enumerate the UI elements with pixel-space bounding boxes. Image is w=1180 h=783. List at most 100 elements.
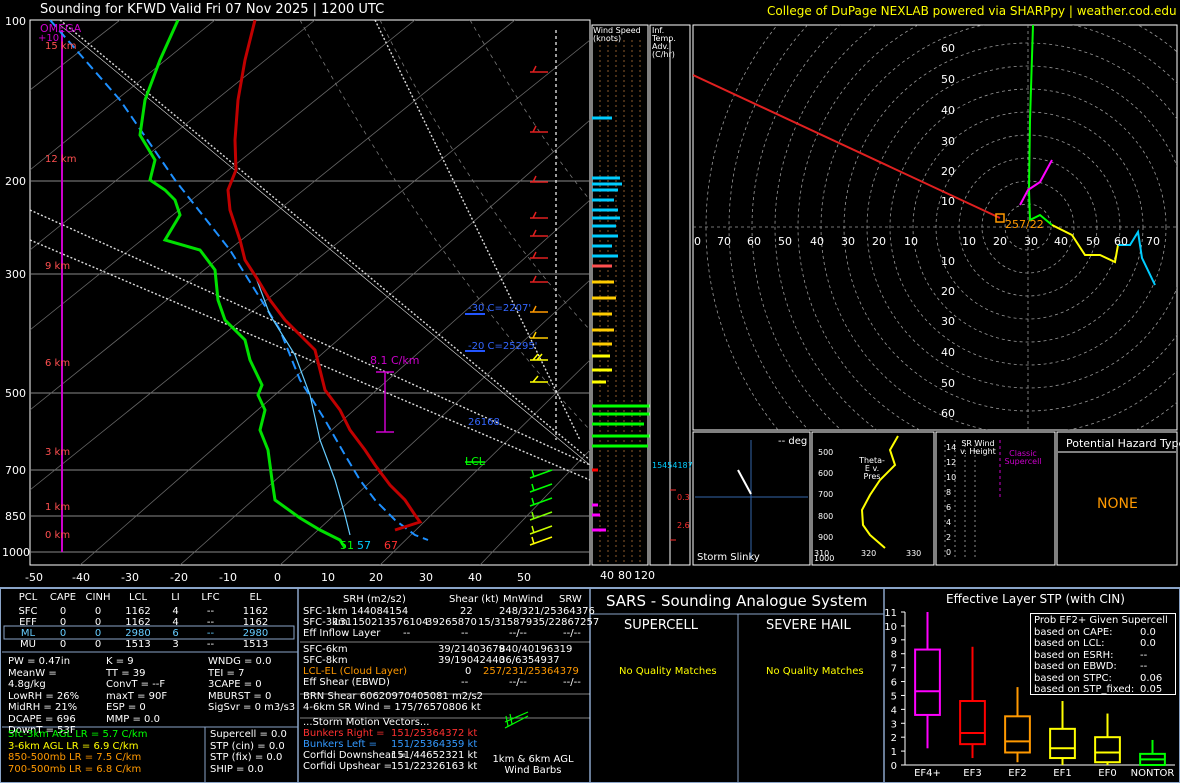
kinematics-shear: 22 <box>460 606 473 617</box>
pressure-label: 500 <box>5 387 26 400</box>
stp-ytick-label: 6 <box>891 678 897 689</box>
stp-prob-row: based on ESRH: -- <box>1034 650 1172 662</box>
surface-temp: 67 <box>384 539 398 552</box>
stp-ytick-label: 9 <box>891 636 897 647</box>
parcel-cell: 1162 <box>125 606 151 617</box>
sars-title: SARS - Sounding Analogue System <box>606 592 868 610</box>
inf-temp-value: 2.6 <box>677 521 690 530</box>
hodo-ring-label: 10 <box>904 235 918 248</box>
height-label: 9 km <box>45 261 71 272</box>
stp-ytick-label: 11 <box>884 608 897 619</box>
kinematics-header: SRH (m2/s2) Shear (kt) MnWind SRW <box>303 594 588 606</box>
temp-label: 0 <box>274 571 281 584</box>
index-item: LowRH = 26% <box>8 690 80 702</box>
kinematics-mnwind: 257/231/25364379 <box>483 666 579 677</box>
theta-ytick: 700 <box>818 490 834 499</box>
lapse-rate-label: 8.1 C/km <box>370 354 420 367</box>
hodo-ring-label: 40 <box>810 235 824 248</box>
stp-ytick-label: 5 <box>891 691 897 702</box>
parcel-cell: 0 <box>59 639 67 650</box>
hodo-ring-label: 10 <box>941 195 955 208</box>
corfidi-up-label: Corfidi Upshear = <box>303 761 392 772</box>
hodo-ring-label: 60 <box>941 42 955 55</box>
kinematics-mnwind: 840/40196319 <box>499 644 573 655</box>
temp-label: -30 <box>121 571 139 584</box>
hodo-ring-label: 0 <box>694 235 701 248</box>
parcel-cell: 4 <box>172 606 179 617</box>
sr-wind-tick: 2 <box>946 533 952 542</box>
theta-xtick: 330 <box>906 549 922 558</box>
parcel-cell: 2980 <box>125 628 151 639</box>
composite-item: STP (cin) = 0.0 <box>210 740 285 752</box>
stp-prob-row: based on STPC: 0.06 <box>1034 673 1172 685</box>
hazard-value: NONE <box>1097 496 1138 512</box>
parcel-cell: 4 <box>172 617 179 628</box>
parcel-cell: 2980 <box>242 628 269 639</box>
temp-label: 50 <box>517 571 531 584</box>
sounding-title: Sounding for KFWD Valid Fri 07 Nov 2025 … <box>40 2 385 17</box>
index-item: DCAPE = 696 <box>8 713 76 725</box>
stp-prob-row: based on CAPE: 0.0 <box>1034 627 1172 639</box>
parcel-row: MU 0 0 1513 3 -- 1513 <box>8 639 293 650</box>
bunkers-right-row: Bunkers Right = 151/25364372 kt <box>303 728 588 739</box>
temp-label: 40 <box>468 571 482 584</box>
kinematics-shear: 39/19042440 <box>438 655 505 666</box>
bunkers-left-label: Bunkers Left = <box>303 739 377 750</box>
hazard-title: Potential Hazard Type <box>1066 437 1180 450</box>
parcel-cell: 0 <box>59 617 67 628</box>
hodo-ring-label: 20 <box>941 285 955 298</box>
stp-ytick-label: 3 <box>891 719 897 730</box>
hodo-ring-label: 50 <box>941 73 955 86</box>
sr-wind-tick: 6 <box>946 503 952 512</box>
slinky-label: Storm Slinky <box>697 552 760 563</box>
parcel-header: PCL <box>18 592 38 603</box>
temp-label: 10 <box>321 571 335 584</box>
pressure-label: 200 <box>5 175 26 188</box>
kinematics-col-header: MnWind <box>503 594 544 605</box>
parcel-cell: -- <box>206 617 215 628</box>
parcel-cell: 1513 <box>125 639 151 650</box>
stp-category-label: EF3 <box>963 768 981 779</box>
temp-label: -40 <box>72 571 90 584</box>
hodo-ring-label: 60 <box>941 407 955 420</box>
parcel-cell: 3 <box>172 639 179 650</box>
stp-prob-label: based on CAPE: <box>1034 626 1113 638</box>
lapse-rate-item: Sfc-3km AGL LR = 5.7 C/km <box>8 729 148 740</box>
parcel-cell: 6 <box>172 628 179 639</box>
parcel-header: LI <box>171 592 180 603</box>
sr-wind-label: SR Wind v. Height <box>960 439 996 456</box>
index-item: WNDG = 0.0 <box>208 656 272 667</box>
hodo-ring-label: 60 <box>1114 235 1128 248</box>
sr-wind-tick: 4 <box>946 518 952 527</box>
theta-xtick: 310 <box>814 549 830 558</box>
hodo-ring-label: 40 <box>1054 235 1068 248</box>
theta-label: Theta-E v. Pres <box>859 456 885 481</box>
kinematics-mnwind: 36/6354937 <box>499 655 560 666</box>
kinematics-srh: -- <box>403 628 411 639</box>
parcel-header: LCL <box>128 592 148 603</box>
index-item: 3CAPE = 0 <box>208 679 262 690</box>
stp-prob-value: 0.0 <box>1140 638 1156 649</box>
parcel-cell: EFF <box>19 617 37 628</box>
sars-supercell-result: No Quality Matches <box>619 666 717 677</box>
stp-ytick-label: 0 <box>891 761 897 772</box>
sr-wind-tick: 10 <box>946 473 957 482</box>
kinematics-mnwind: --/-- <box>509 628 527 639</box>
temp-label: -10 <box>219 571 237 584</box>
height-label: 1 km <box>45 502 71 513</box>
index-item: MeanW = 4.8g/kg <box>8 667 57 691</box>
height-label: 0 km <box>45 530 71 541</box>
pressure-label: 850 <box>5 510 26 523</box>
height-label: 12 km <box>45 154 77 165</box>
parcel-cell: 1513 <box>242 639 269 650</box>
kinematics-col-header: SRW <box>559 594 582 605</box>
inf-temp-title: Inf. Temp. Adv.(C/hr) <box>652 26 676 59</box>
extra-label: 26168 <box>468 417 500 428</box>
stp-prob-value: 0.0 <box>1140 626 1156 638</box>
inf-temp-value: 15454187 <box>652 461 693 470</box>
kinematics-row: Eff Shear (EBWD) -- --/-- --/-- <box>303 677 588 691</box>
iso-minus30: -30 C=2207' <box>468 303 532 314</box>
parcel-header: LFC <box>201 592 220 603</box>
stp-category-label: EF0 <box>1098 768 1116 779</box>
theta-ytick: 900 <box>818 533 834 542</box>
